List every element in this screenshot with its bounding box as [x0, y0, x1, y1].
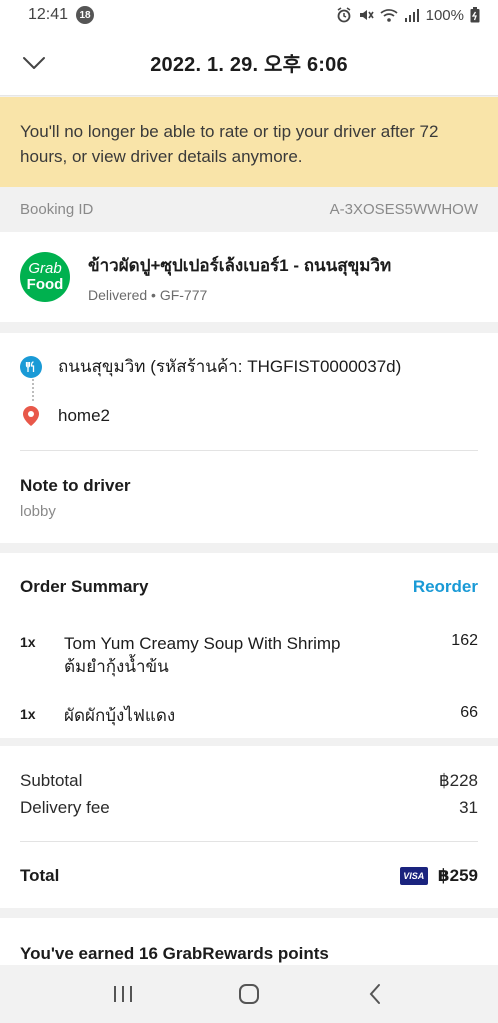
item-description: ผัดผักบุ้งไฟแดง — [64, 704, 460, 727]
chevron-down-icon[interactable] — [20, 52, 48, 74]
battery-icon — [470, 7, 480, 23]
location-pin-icon — [20, 405, 42, 427]
notification-count-badge: 18 — [76, 6, 95, 24]
item-price: 66 — [460, 704, 478, 721]
total-row: Total VISA ฿259 — [20, 866, 478, 886]
booking-id-row: Booking ID A-3XOSES5WWHOW — [0, 187, 498, 232]
divider — [20, 841, 478, 842]
item-quantity: 1x — [20, 634, 36, 650]
dropoff-address: home2 — [58, 406, 110, 425]
subtotal-row: Subtotal ฿228 — [20, 771, 478, 791]
booking-id-value[interactable]: A-3XOSES5WWHOW — [330, 201, 478, 218]
rewards-text: You've earned 16 GrabRewards points — [20, 944, 329, 963]
info-banner: You'll no longer be able to rate or tip … — [0, 97, 498, 187]
pickup-row: ถนนสุขุมวิท (รหัสร้านค้า: THGFIST0000037… — [20, 353, 401, 380]
subtotal-label: Subtotal — [20, 771, 83, 790]
subtotal-value: ฿228 — [438, 771, 478, 790]
pickup-address: ถนนสุขุมวิท (รหัสร้านค้า: THGFIST0000037… — [58, 357, 402, 376]
item-description: Tom Yum Creamy Soup With Shrimp ต้มยำกุ้… — [64, 632, 451, 678]
note-text: lobby — [20, 503, 56, 520]
note-title: Note to driver — [20, 476, 131, 495]
status-time: 12:41 — [28, 6, 69, 23]
mute-icon — [358, 7, 374, 23]
item-name-alt: ต้มยำกุ้งน้ำข้น — [64, 657, 169, 676]
route-card: ถนนสุขุมวิท (รหัสร้านค้า: THGFIST0000037… — [0, 333, 498, 543]
divider — [20, 450, 478, 451]
total-amount: VISA ฿259 — [399, 866, 478, 886]
order-item: 1x ผัดผักบุ้งไฟแดง 66 — [20, 704, 478, 727]
signal-icon — [404, 7, 420, 23]
order-item: 1x Tom Yum Creamy Soup With Shrimp ต้มยำ… — [20, 632, 478, 678]
order-summary-card: Order Summary Reorder 1x Tom Yum Creamy … — [0, 553, 498, 738]
booking-id-label: Booking ID — [20, 201, 94, 218]
recent-apps-icon[interactable] — [103, 974, 143, 1014]
total-value: ฿259 — [437, 866, 478, 885]
page-title: 2022. 1. 29. 오후 6:06 — [150, 54, 348, 76]
alarm-icon — [336, 7, 352, 23]
logo-line-1: Grab — [28, 260, 62, 277]
rewards-card: You've earned 16 GrabRewards points — [0, 918, 498, 965]
status-bar: 12:41 18 100% — [0, 0, 498, 30]
item-name: ผัดผักบุ้งไฟแดง — [64, 706, 176, 725]
fork-knife-icon — [20, 355, 42, 378]
delivery-fee-row: Delivery fee 31 — [20, 798, 478, 818]
total-label: Total — [20, 866, 60, 885]
wifi-icon — [380, 7, 398, 23]
delivery-status: Delivered • GF-777 — [88, 286, 208, 303]
reorder-button[interactable]: Reorder — [413, 577, 478, 597]
totals-card: Subtotal ฿228 Delivery fee 31 Total VISA… — [0, 746, 498, 908]
status-right: 100% — [336, 7, 480, 24]
merchant-card: Grab Food ข้าวผัดปู+ซุปเปอร์เล้งเบอร์1 -… — [0, 232, 498, 322]
home-icon[interactable] — [229, 974, 269, 1014]
delivery-fee-label: Delivery fee — [20, 798, 110, 817]
merchant-name: ข้าวผัดปู+ซุปเปอร์เล้งเบอร์1 - ถนนสุขุมว… — [88, 255, 392, 275]
status-left: 12:41 18 — [28, 6, 95, 24]
route-connector — [32, 379, 34, 401]
dropoff-row: home2 — [20, 405, 110, 427]
top-app-bar: 2022. 1. 29. 오후 6:06 — [0, 30, 498, 96]
merchant-info: ข้าวผัดปู+ซุปเปอร์เล้งเบอร์1 - ถนนสุขุมว… — [88, 252, 391, 303]
item-price: 162 — [451, 632, 478, 649]
item-name: Tom Yum Creamy Soup With Shrimp — [64, 634, 341, 653]
order-summary-heading: Order Summary — [20, 577, 149, 596]
system-nav-bar — [0, 965, 498, 1023]
grabfood-logo: Grab Food — [20, 252, 70, 302]
battery-text: 100% — [425, 6, 464, 24]
back-icon[interactable] — [355, 974, 395, 1014]
info-banner-text: You'll no longer be able to rate or tip … — [20, 122, 439, 166]
delivery-fee-value: 31 — [459, 798, 478, 817]
item-quantity: 1x — [20, 706, 36, 722]
logo-line-2: Food — [26, 276, 64, 293]
visa-card-icon: VISA — [399, 867, 428, 885]
